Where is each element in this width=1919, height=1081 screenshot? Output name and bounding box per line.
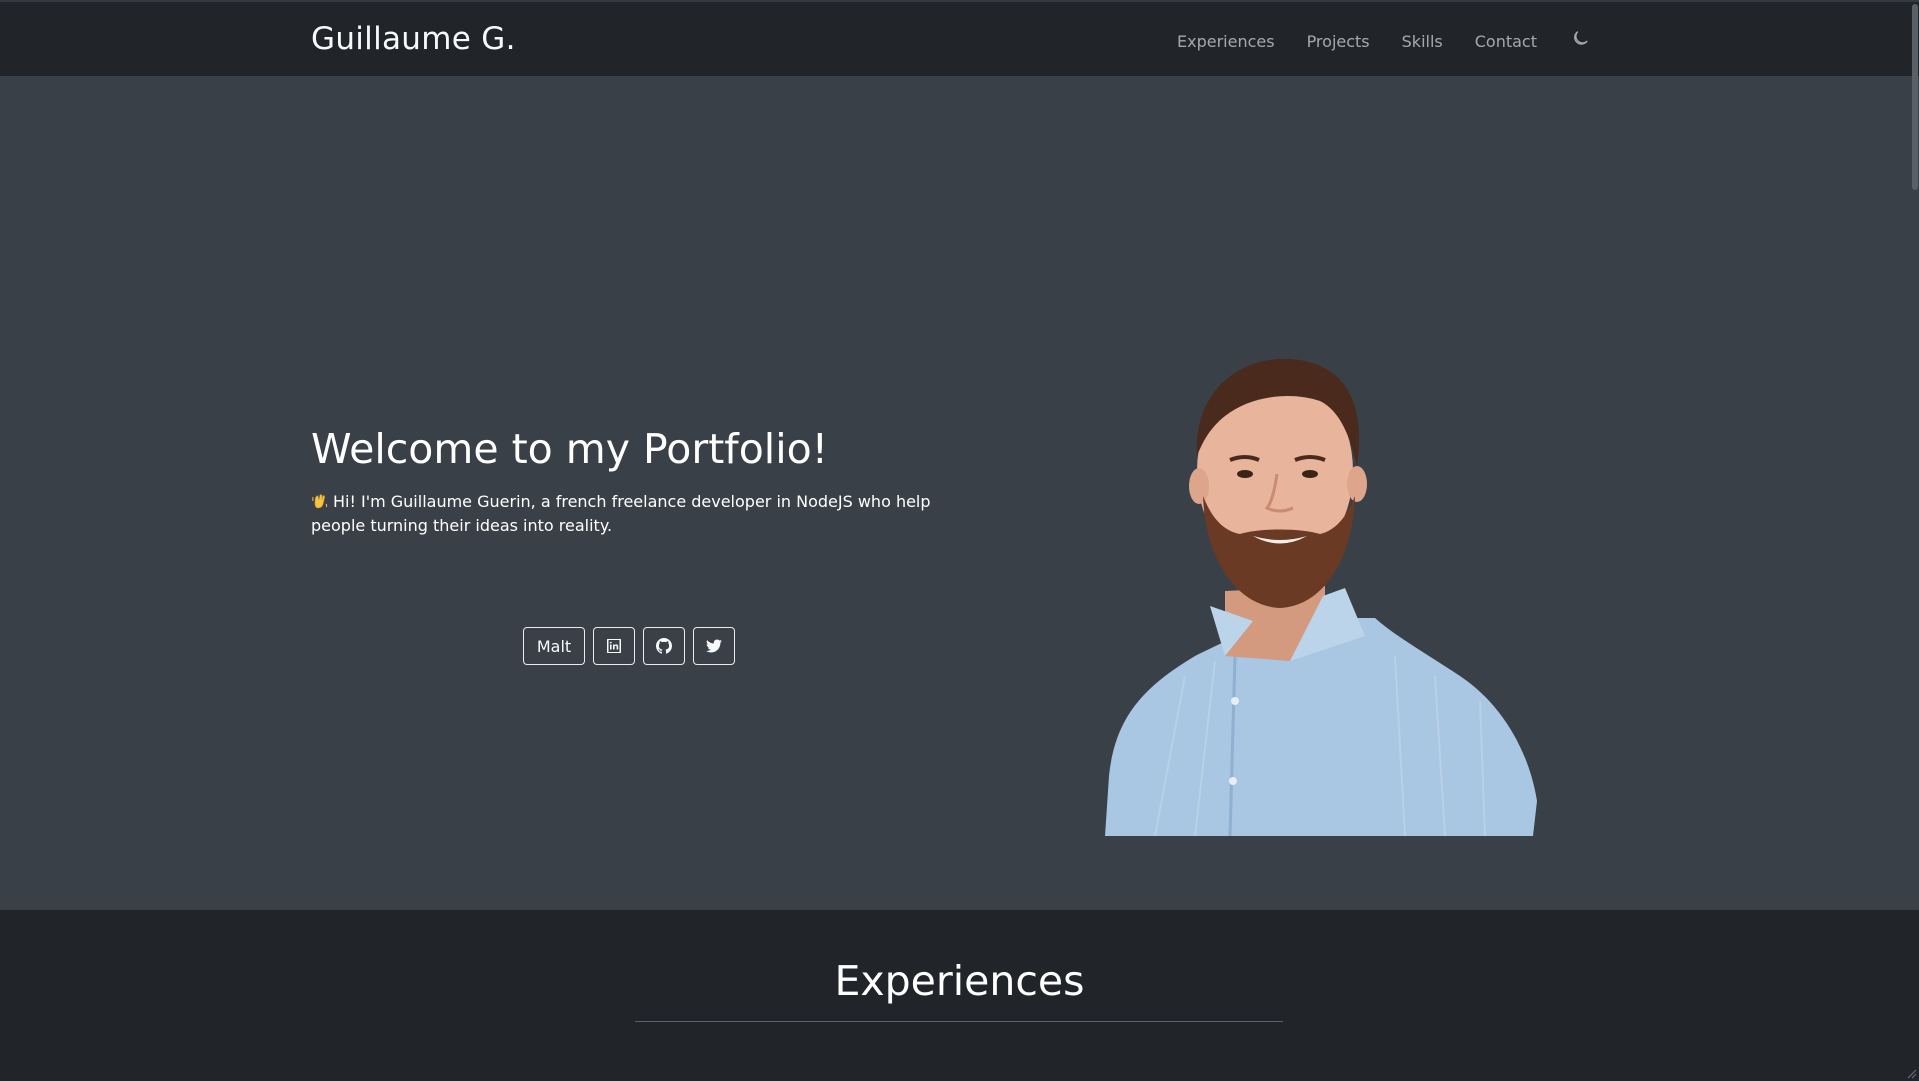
nav-links: Experiences Projects Skills Contact [1177,30,1593,52]
malt-button[interactable]: Malt [523,627,585,665]
linkedin-icon [607,639,621,653]
resize-handle-icon [1907,1069,1917,1079]
linkedin-button[interactable] [593,627,635,665]
section-divider [635,1021,1283,1022]
navbar: Guillaume G. Experiences Projects Skills… [0,0,1919,76]
hero-intro: Hi! I'm Guillaume Guerin, a french freel… [311,490,971,538]
scrollbar-thumb[interactable] [1912,4,1918,190]
experiences-section: Experiences [0,910,1919,1081]
twitter-button[interactable] [693,627,735,665]
hero-section: Welcome to my Portfolio! Hi! I'm Guillau… [0,76,1919,910]
brand-link[interactable]: Guillaume G. [311,21,516,57]
moon-icon[interactable] [1571,30,1593,52]
social-buttons: Malt [523,627,735,665]
twitter-icon [706,639,722,653]
nav-link-contact[interactable]: Contact [1475,32,1537,51]
nav-link-projects[interactable]: Projects [1307,32,1370,51]
experiences-title: Experiences [834,957,1085,1005]
portrait-image [1105,358,1537,836]
hero-intro-text: Hi! I'm Guillaume Guerin, a french freel… [311,492,931,535]
waving-hand-icon [311,492,329,510]
github-icon [656,638,672,654]
page-scrollbar[interactable] [1910,0,1919,1081]
nav-link-experiences[interactable]: Experiences [1177,32,1275,51]
github-button[interactable] [643,627,685,665]
hero-title: Welcome to my Portfolio! [311,425,829,473]
nav-link-skills[interactable]: Skills [1402,32,1443,51]
